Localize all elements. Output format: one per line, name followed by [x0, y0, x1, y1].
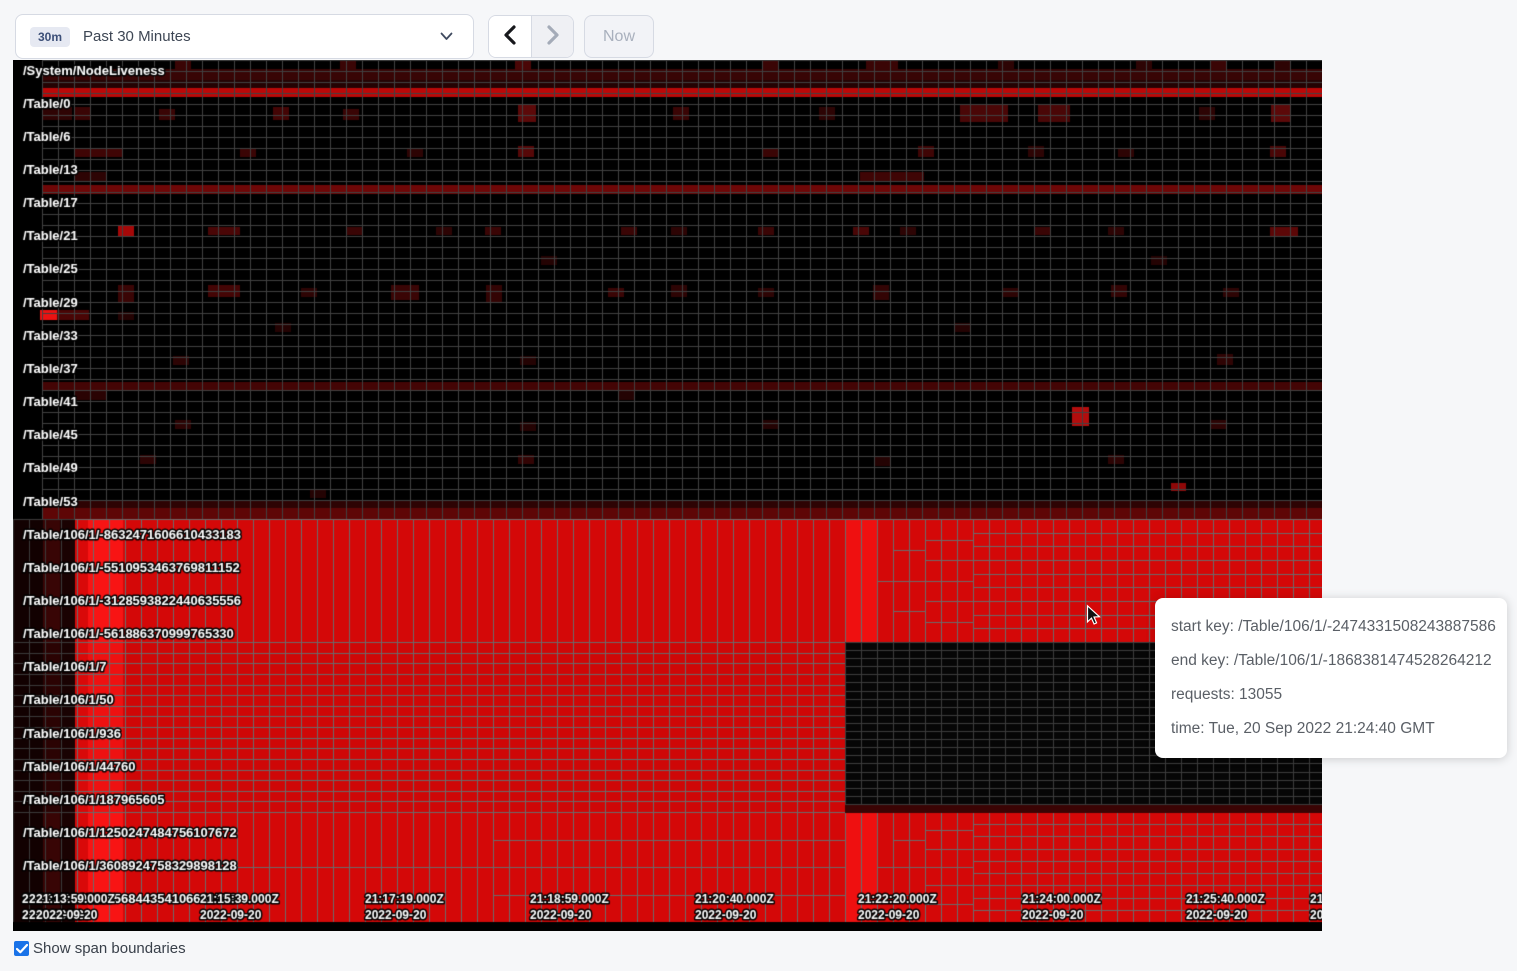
time-range-badge: 30m: [30, 27, 70, 47]
time-nav-group: [488, 15, 574, 58]
span-tooltip: start key: /Table/106/1/-247433150824388…: [1155, 598, 1507, 758]
chevron-right-icon: [546, 25, 560, 48]
tooltip-time: time: Tue, 20 Sep 2022 21:24:40 GMT: [1171, 720, 1491, 738]
tooltip-end-key: end key: /Table/106/1/-18683814745282642…: [1171, 652, 1491, 670]
next-time-button[interactable]: [531, 16, 573, 57]
tooltip-start-key: start key: /Table/106/1/-247433150824388…: [1171, 618, 1491, 636]
chevron-left-icon: [503, 25, 517, 48]
footer-row: Show span boundaries: [14, 940, 186, 957]
key-visualizer-heatmap[interactable]: [13, 60, 1322, 931]
time-range-selector[interactable]: 30m Past 30 Minutes: [15, 14, 474, 59]
show-span-boundaries-label: Show span boundaries: [33, 940, 186, 957]
time-range-label: Past 30 Minutes: [83, 28, 191, 45]
show-span-boundaries-checkbox[interactable]: [14, 941, 29, 956]
tooltip-requests: requests: 13055: [1171, 686, 1491, 704]
now-button[interactable]: Now: [584, 15, 654, 58]
prev-time-button[interactable]: [489, 16, 531, 57]
chevron-down-icon: [440, 32, 453, 41]
